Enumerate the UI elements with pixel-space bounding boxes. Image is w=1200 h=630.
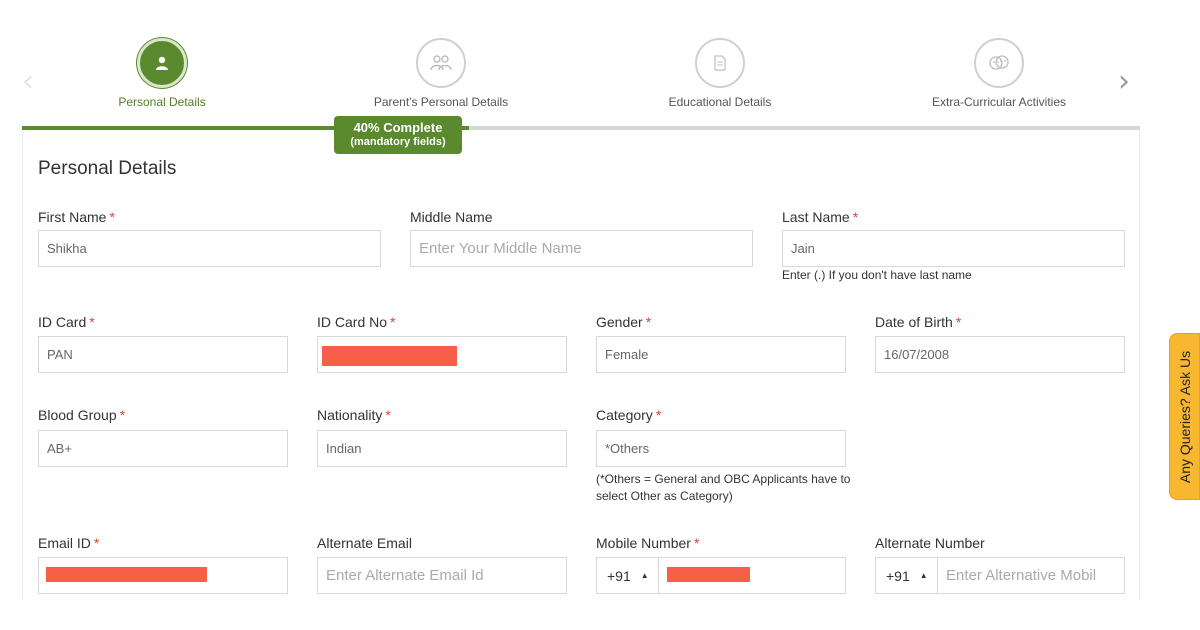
category-select[interactable]: *Others	[596, 430, 846, 467]
category-label: Category *	[596, 407, 661, 423]
alt-email-input[interactable]: Enter Alternate Email Id	[317, 557, 567, 594]
step-label: Extra-Curricular Activities	[931, 95, 1067, 109]
gender-select[interactable]: Female	[596, 336, 846, 373]
required-marker: *	[119, 407, 126, 423]
alt-number-input[interactable]: Enter Alternative Mobil	[938, 558, 1124, 593]
last-name-hint: Enter (.) If you don't have last name	[782, 268, 972, 282]
section-title: Personal Details	[38, 158, 177, 179]
label-text: First Name	[38, 209, 107, 225]
first-name-label: First Name *	[38, 209, 115, 225]
gender-label: Gender *	[596, 314, 651, 330]
country-code[interactable]: +91	[886, 568, 910, 584]
last-name-label: Last Name *	[782, 209, 858, 225]
first-name-input[interactable]: Shikha	[38, 230, 381, 267]
label-text: Category	[596, 407, 653, 423]
label-text: Email ID	[38, 535, 91, 551]
nationality-select[interactable]: Indian	[317, 430, 567, 467]
required-marker: *	[655, 407, 662, 423]
required-marker: *	[385, 407, 391, 423]
step-personal-details[interactable]: Personal Details	[52, 38, 272, 109]
required-marker: *	[693, 535, 700, 551]
required-marker: *	[955, 314, 962, 330]
email-label: Email ID *	[38, 535, 99, 551]
step-educational-details[interactable]: Educational Details	[610, 38, 830, 109]
id-card-label: ID Card *	[38, 314, 95, 330]
user-icon	[137, 38, 187, 88]
step-label: Personal Details	[118, 95, 206, 109]
alt-email-label: Alternate Email	[317, 535, 412, 551]
label-text: Blood Group	[38, 407, 117, 423]
blood-group-select[interactable]: AB+	[38, 430, 288, 467]
alt-number-label: Alternate Number	[875, 535, 985, 551]
parents-icon	[416, 38, 466, 88]
id-card-no-label: ID Card No *	[317, 314, 395, 330]
label-text: Mobile Number	[596, 535, 691, 551]
document-icon	[695, 38, 745, 88]
step-label: Parent's Personal Details	[373, 95, 509, 109]
required-marker: *	[645, 314, 652, 330]
required-marker: *	[109, 209, 115, 225]
label-text: Last Name	[782, 209, 850, 225]
divider	[658, 558, 659, 593]
label-text: Gender	[596, 314, 643, 330]
middle-name-label: Middle Name	[410, 209, 493, 225]
label-text: Nationality	[317, 407, 383, 423]
last-name-input[interactable]: Jain	[782, 230, 1125, 267]
country-code[interactable]: +91	[607, 568, 631, 584]
required-marker: *	[93, 535, 100, 551]
ask-us-tab[interactable]: Any Queries? Ask Us	[1169, 333, 1200, 500]
caret-up-icon[interactable]: ▲	[641, 571, 649, 580]
blood-group-label: Blood Group *	[38, 407, 125, 423]
label-text: ID Card	[38, 314, 87, 330]
dob-label: Date of Birth *	[875, 314, 961, 330]
category-hint: (*Others = General and OBC Applicants ha…	[596, 472, 851, 503]
required-marker: *	[390, 314, 396, 330]
step-label: Educational Details	[668, 95, 772, 109]
id-card-select[interactable]: PAN	[38, 336, 288, 373]
masks-icon	[974, 38, 1024, 88]
redacted-id-card-no	[322, 346, 457, 366]
chevron-left-icon[interactable]: ‹	[22, 64, 34, 99]
mobile-label: Mobile Number *	[596, 535, 699, 551]
redacted-email	[46, 567, 207, 582]
step-parents-details[interactable]: Parent's Personal Details	[331, 38, 551, 109]
middle-name-input[interactable]: Enter Your Middle Name	[410, 230, 753, 267]
caret-up-icon[interactable]: ▲	[920, 571, 928, 580]
dob-input[interactable]: 16/07/2008	[875, 336, 1125, 373]
nationality-label: Nationality *	[317, 407, 391, 423]
required-marker: *	[852, 209, 859, 225]
redacted-mobile	[667, 567, 750, 582]
form-stepper: ‹ Personal Details Parent's Personal Det…	[0, 0, 1200, 135]
step-extracurricular[interactable]: Extra-Curricular Activities	[889, 38, 1109, 109]
label-text: ID Card No	[317, 314, 388, 330]
required-marker: *	[89, 314, 95, 330]
label-text: Date of Birth	[875, 314, 953, 330]
chevron-right-icon[interactable]: ›	[1118, 64, 1130, 99]
ask-us-label: Any Queries? Ask Us	[1176, 350, 1193, 483]
